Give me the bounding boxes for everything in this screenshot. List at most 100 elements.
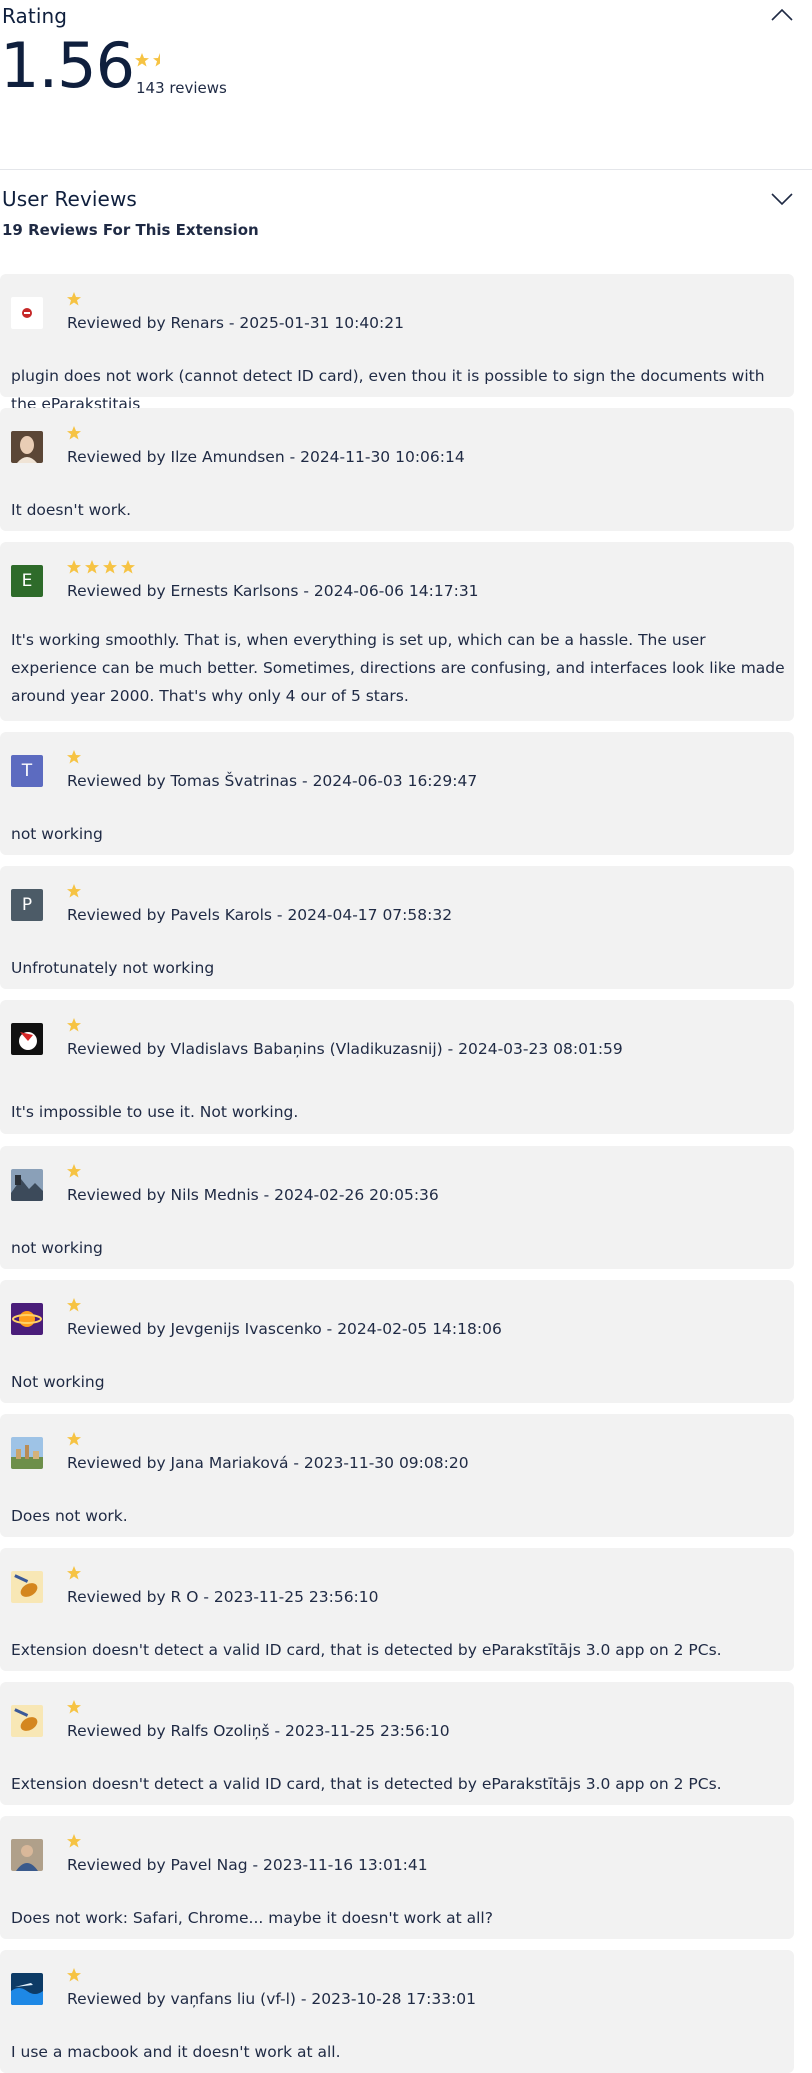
review-stars <box>66 1833 84 1849</box>
avatar <box>11 297 43 329</box>
star-icon <box>67 1298 81 1312</box>
star-icon <box>67 1018 81 1032</box>
review-byline: Reviewed by Ilze Amundsen - 2024-11-30 1… <box>67 448 465 466</box>
review-text: Not working <box>11 1373 105 1391</box>
violin-avatar <box>11 1705 43 1737</box>
review-text: Does not work. <box>11 1507 128 1525</box>
chevron-up-icon[interactable] <box>770 8 794 22</box>
score-stars <box>134 52 170 68</box>
review-stars <box>66 291 84 307</box>
avatar: P <box>11 889 43 921</box>
star-icon <box>67 1164 81 1178</box>
star-icon <box>103 560 117 574</box>
half-star-icon <box>153 53 160 67</box>
star-icon <box>135 53 149 67</box>
review-card: Reviewed by Ralfs Ozoliņš - 2023-11-25 2… <box>0 1682 794 1805</box>
review-text: It's impossible to use it. Not working. <box>11 1103 299 1121</box>
review-byline: Reviewed by vaņfans liu (vf-l) - 2023-10… <box>67 1990 477 2008</box>
user-reviews-title: User Reviews <box>2 187 137 211</box>
review-stars <box>66 1017 84 1033</box>
review-text: not working <box>11 825 103 843</box>
review-text: Does not work: Safari, Chrome... maybe i… <box>11 1909 493 1927</box>
review-card: Reviewed by Renars - 2025-01-31 10:40:21… <box>0 274 794 413</box>
review-stars <box>66 1297 84 1313</box>
review-text: It doesn't work. <box>11 501 132 519</box>
landscape-photo-avatar <box>11 1169 43 1201</box>
avatar: T <box>11 755 43 787</box>
review-byline: Reviewed by Vladislavs Babaņins (Vladiku… <box>67 1040 623 1058</box>
avatar <box>11 1973 43 2005</box>
avatar <box>11 431 43 463</box>
review-text: It's working smoothly. That is, when eve… <box>11 631 785 705</box>
avatar <box>11 1023 43 1055</box>
person-photo-avatar <box>11 1839 43 1871</box>
section-divider <box>0 169 812 170</box>
star-icon <box>85 560 99 574</box>
reviews-count-subtitle: 19 Reviews For This Extension <box>2 221 259 239</box>
review-stars <box>66 749 84 765</box>
review-byline: Reviewed by Renars - 2025-01-31 10:40:21 <box>67 314 404 332</box>
ocean-photo-avatar <box>11 1973 43 2005</box>
review-stars <box>66 1431 84 1447</box>
star-icon <box>67 750 81 764</box>
star-icon <box>67 1968 81 1982</box>
chevron-down-icon[interactable] <box>770 192 794 206</box>
clock-logo-avatar <box>11 1023 43 1055</box>
review-card: Reviewed by R O - 2023-11-25 23:56:10 Ext… <box>0 1548 794 1671</box>
violin-avatar <box>11 1571 43 1603</box>
planet-avatar <box>11 1303 43 1335</box>
review-text: I use a macbook and it doesn't work at a… <box>11 2043 341 2061</box>
review-text: Extension doesn't detect a valid ID card… <box>11 1641 722 1659</box>
review-card: Reviewed by Ilze Amundsen - 2024-11-30 1… <box>0 408 794 531</box>
review-card: T Reviewed by Tomas Švatrinas - 2024-06-0… <box>0 732 794 855</box>
star-icon <box>67 1432 81 1446</box>
avatar-letter: P <box>21 895 33 915</box>
average-score: 1.56 <box>0 29 135 102</box>
star-icon <box>121 560 135 574</box>
avatar <box>11 1571 43 1603</box>
red-emblem-avatar <box>11 297 43 329</box>
star-icon <box>67 1566 81 1580</box>
review-stars <box>66 883 84 899</box>
review-stars <box>66 1565 84 1581</box>
review-byline: Reviewed by Nils Mednis - 2024-02-26 20:… <box>67 1186 439 1204</box>
review-byline: Reviewed by Jevgenijs Ivascenko - 2024-0… <box>67 1320 502 1338</box>
review-card: Reviewed by vaņfans liu (vf-l) - 2023-10… <box>0 1950 794 2073</box>
avatar <box>11 1303 43 1335</box>
avatar <box>11 1437 43 1469</box>
avatar-letter: T <box>21 761 33 781</box>
star-icon <box>67 884 81 898</box>
avatar <box>11 1705 43 1737</box>
star-icon <box>67 292 81 306</box>
review-stars <box>66 425 84 441</box>
review-byline: Reviewed by Jana Mariaková - 2023-11-30 … <box>67 1454 469 1472</box>
review-card: E Reviewed by Ernests Karlsons - 2024-06-… <box>0 542 794 721</box>
review-text: Unfrotunately not working <box>11 959 215 977</box>
star-icon <box>67 1700 81 1714</box>
portrait-photo-avatar <box>11 431 43 463</box>
review-stars <box>66 1163 84 1179</box>
rating-title: Rating <box>2 4 68 28</box>
review-byline: Reviewed by Tomas Švatrinas - 2024-06-03… <box>67 772 478 790</box>
review-card: Reviewed by Vladislavs Babaņins (Vladiku… <box>0 1000 794 1134</box>
review-card: Reviewed by Pavel Nag - 2023-11-16 13:01… <box>0 1816 794 1939</box>
review-byline: Reviewed by Pavel Nag - 2023-11-16 13:01… <box>67 1856 428 1874</box>
city-photo-avatar <box>11 1437 43 1469</box>
star-icon <box>67 426 81 440</box>
review-count: 143 reviews <box>136 79 227 97</box>
avatar <box>11 1839 43 1871</box>
review-text: not working <box>11 1239 103 1257</box>
star-icon <box>67 1834 81 1848</box>
review-stars <box>66 559 138 575</box>
avatar <box>11 1169 43 1201</box>
review-stars <box>66 1967 84 1983</box>
review-card: Reviewed by Nils Mednis - 2024-02-26 20:… <box>0 1146 794 1269</box>
review-byline: Reviewed by Ralfs Ozoliņš - 2023-11-25 2… <box>67 1722 450 1740</box>
avatar-letter: E <box>21 571 33 591</box>
star-icon <box>67 560 81 574</box>
rating-section: Rating 1.56 143 reviews <box>0 0 812 169</box>
review-text: Extension doesn't detect a valid ID card… <box>11 1775 722 1793</box>
review-stars <box>66 1699 84 1715</box>
review-byline: Reviewed by Ernests Karlsons - 2024-06-0… <box>67 582 479 600</box>
review-card: Reviewed by Jevgenijs Ivascenko - 2024-0… <box>0 1280 794 1403</box>
